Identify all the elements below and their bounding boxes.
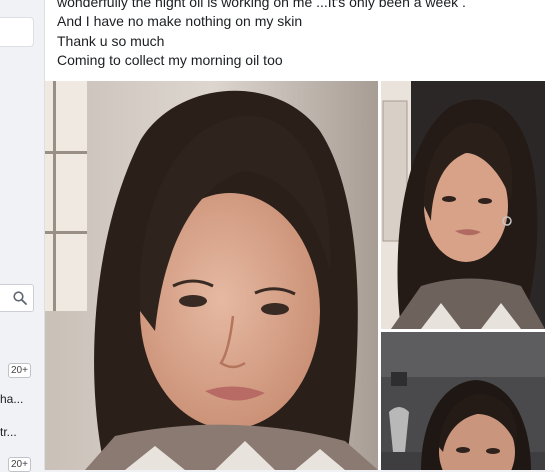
sidebar-item-label[interactable]: ha... bbox=[0, 392, 23, 406]
sidebar-search-field[interactable] bbox=[0, 284, 34, 312]
post-line: wonderfully the night oil is working on … bbox=[57, 0, 466, 10]
left-sidebar: 20+ ha... tr... 20+ bbox=[0, 0, 44, 472]
post-line: And I have no make nothing on my skin bbox=[57, 13, 303, 30]
post-photo-top-right[interactable] bbox=[381, 81, 545, 329]
count-badge: 20+ bbox=[8, 363, 31, 378]
post-photo-main[interactable] bbox=[45, 81, 378, 470]
post-card: wonderfully the night oil is working on … bbox=[44, 0, 554, 470]
post-line: Coming to collect my morning oil too bbox=[57, 51, 283, 68]
sidebar-item-label[interactable]: tr... bbox=[0, 425, 17, 439]
sidebar-card[interactable] bbox=[0, 17, 34, 47]
post-body: wonderfully the night oil is working on … bbox=[57, 0, 466, 70]
post-line: Thank u so much bbox=[57, 32, 165, 49]
post-photo-bottom-right[interactable] bbox=[381, 332, 545, 470]
